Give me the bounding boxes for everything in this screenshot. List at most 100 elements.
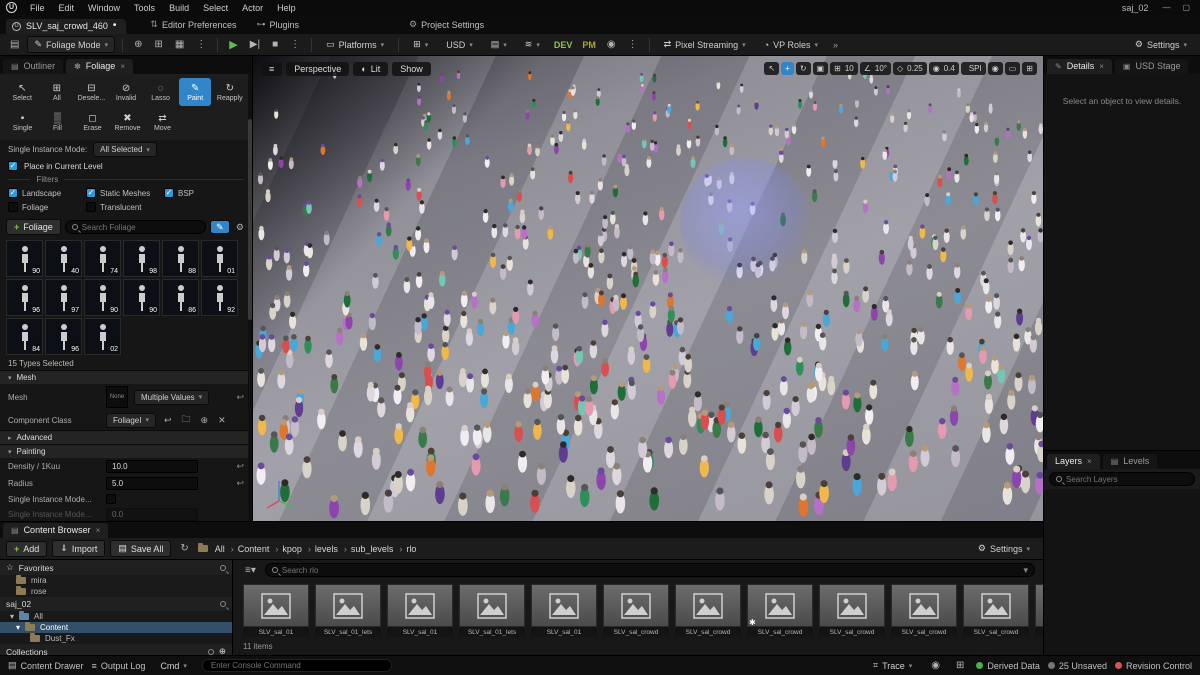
breadcrumb-item[interactable]: Content (229, 544, 272, 554)
filter-item[interactable]: Foliage (8, 200, 86, 214)
menu-item[interactable]: Actor (235, 2, 270, 14)
tab-usd-stage[interactable]: ▣ USD Stage (1115, 59, 1189, 74)
add-button[interactable]: + Add (6, 541, 47, 557)
play-button[interactable]: ▶ (225, 38, 241, 51)
foliage-tool-button[interactable]: ↻ Reapply (213, 78, 246, 106)
close-icon[interactable]: × (96, 526, 101, 535)
tab-details[interactable]: ✎ Details × (1047, 59, 1112, 74)
level-tab[interactable]: U SLV_saj_crowd_460 • (6, 19, 126, 34)
gear-icon[interactable]: ⚙ (234, 222, 246, 233)
more-options-icon[interactable]: ⋮ (192, 39, 210, 50)
filter-checkbox[interactable] (86, 202, 96, 212)
menu-item[interactable]: Edit (52, 2, 82, 14)
paint-brush-button[interactable]: ✎ (210, 220, 230, 234)
filter-checkbox[interactable] (164, 188, 174, 198)
asset-tile[interactable]: ✱ SLV_sal_crowd (963, 584, 1029, 637)
filter-checkbox[interactable] (8, 188, 18, 198)
tab-levels[interactable]: ▤ Levels (1103, 454, 1158, 469)
grid-icon[interactable]: ⊞ (952, 660, 968, 671)
layers-search[interactable] (1049, 472, 1195, 486)
settings-dropdown[interactable]: ⚙ Settings (1128, 36, 1194, 53)
component-class-dropdown[interactable]: FoliageI (106, 413, 156, 428)
add-foliage-button[interactable]: + Foliage (6, 219, 61, 235)
foliage-type-thumbnail[interactable]: 92 (201, 279, 238, 316)
clear-icon[interactable]: ✕ (216, 415, 228, 426)
foliage-search[interactable] (65, 220, 206, 234)
filter-checkbox[interactable] (86, 188, 96, 198)
revision-control-button[interactable]: Revision Control (1115, 661, 1192, 671)
back-icon[interactable]: ↻ (176, 543, 192, 554)
search-icon[interactable] (208, 649, 214, 655)
filter-checkbox[interactable] (8, 202, 18, 212)
unreal-logo-icon[interactable]: U (6, 2, 17, 13)
tab-foliage[interactable]: ✽ Foliage × (66, 59, 133, 74)
asset-tile[interactable]: ✱ SLV_sal_crowd (675, 584, 741, 637)
foliage-type-thumbnail[interactable]: 40 (45, 240, 82, 277)
output-log-button[interactable]: ≡ Output Log (92, 661, 146, 671)
project-settings-button[interactable]: ⚙ Project Settings (399, 17, 494, 34)
foliage-type-thumbnail[interactable]: 88 (162, 240, 199, 277)
breadcrumb-item[interactable]: All (213, 544, 227, 554)
breadcrumb-item[interactable]: sub_levels (342, 544, 396, 554)
close-icon[interactable]: × (1099, 62, 1104, 71)
menu-item[interactable]: Tools (127, 2, 162, 14)
foliage-type-thumbnail[interactable]: 90 (6, 240, 43, 277)
favorites-header[interactable]: ☆ Favorites (0, 560, 232, 575)
tab-outliner[interactable]: ▤ Outliner (3, 59, 63, 74)
asset-tile[interactable]: ✱ SLV_sal_crowd (891, 584, 957, 637)
foliage-type-thumbnail[interactable]: 96 (45, 318, 82, 355)
asset-tile[interactable]: ✱ SLV_sal_01 (243, 584, 309, 637)
foliage-type-thumbnail[interactable]: 97 (45, 279, 82, 316)
favorite-folder[interactable]: rose (0, 586, 232, 597)
console-input-box[interactable] (202, 659, 392, 672)
layers-dropdown[interactable]: ▤ (484, 36, 514, 53)
mode-selector[interactable]: ✎ Foliage Mode (27, 36, 115, 53)
foliage-tool-button[interactable]: ↖ Select (6, 78, 39, 106)
pm-badge[interactable]: PM (579, 40, 599, 50)
eject-more-icon[interactable]: ⋮ (286, 39, 304, 50)
foliage-type-thumbnail[interactable]: 01 (201, 240, 238, 277)
asset-tile[interactable]: ✱ SLV_sal_crowd (747, 584, 813, 637)
close-icon[interactable]: × (120, 62, 125, 71)
content-drawer-button[interactable]: ▤ Content Drawer (8, 660, 84, 671)
more-options-icon[interactable]: ⋮ (624, 39, 642, 50)
single-instance-checkbox[interactable] (106, 494, 116, 504)
menu-item[interactable]: File (23, 2, 52, 14)
foliage-type-thumbnail[interactable]: 98 (123, 240, 160, 277)
console-input[interactable] (211, 661, 383, 670)
user-name[interactable]: saj_02 (1114, 3, 1157, 13)
search-icon[interactable] (220, 565, 226, 571)
blueprints-icon[interactable]: ⊞ (150, 39, 166, 50)
place-in-level-checkbox[interactable] (8, 161, 18, 171)
plugins-button[interactable]: ⊶ Plugins (247, 17, 310, 34)
unsaved-button[interactable]: 25 Unsaved (1048, 661, 1107, 671)
foliage-type-thumbnail[interactable]: 02 (84, 318, 121, 355)
chevron-down-icon[interactable]: ▾ (1023, 565, 1028, 576)
painting-section-header[interactable]: ▾ Painting (0, 444, 252, 458)
foliage-tool-button[interactable]: ⊟ Desele... (75, 78, 108, 106)
grid-snap-dropdown[interactable]: ⊞ (406, 36, 435, 53)
asset-tile[interactable]: ✱ SLV_sal_01 (387, 584, 453, 637)
menu-item[interactable]: Window (81, 2, 127, 14)
target-icon[interactable]: ◉ (927, 660, 944, 671)
foliage-type-thumbnail[interactable]: 90 (123, 279, 160, 316)
foliage-tool-button[interactable]: ⊞ All (41, 78, 74, 106)
mesh-value-dropdown[interactable]: Multiple Values (134, 390, 209, 405)
dev-badge[interactable]: DEV (551, 40, 576, 50)
favorite-folder[interactable]: mira (0, 575, 232, 586)
add-icon[interactable]: ⊕ (219, 646, 226, 655)
asset-search[interactable]: ▾ (265, 563, 1035, 577)
asset-search-input[interactable] (282, 566, 1020, 575)
asset-tile[interactable]: ✱ SLV_sal_01_lets (315, 584, 381, 637)
mesh-section-header[interactable]: ▾ Mesh (0, 370, 252, 384)
minimize-button[interactable]: — (1156, 3, 1176, 12)
browse-icon[interactable]: 🗀 (180, 412, 193, 428)
save-all-button[interactable]: ▤ Save All (110, 540, 171, 557)
foliage-type-thumbnail[interactable]: 96 (6, 279, 43, 316)
tree-item-child[interactable]: Dust_Fx (0, 633, 232, 644)
filter-item[interactable]: Translucent (86, 200, 164, 214)
add-icon[interactable]: ⊕ (199, 415, 211, 426)
overflow-chevrons-icon[interactable]: » (829, 40, 842, 50)
project-header[interactable]: saj_02 (0, 597, 232, 611)
platforms-dropdown[interactable]: ▭ Platforms (319, 36, 391, 53)
